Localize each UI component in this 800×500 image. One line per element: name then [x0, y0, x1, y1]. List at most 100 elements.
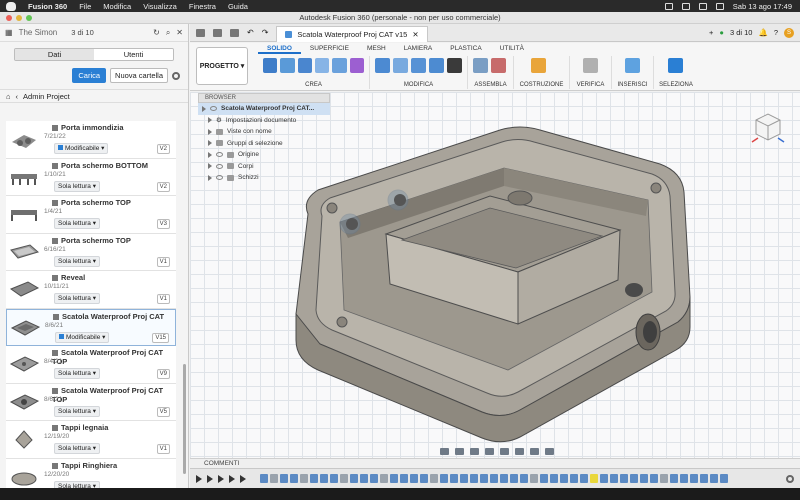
timeline-feature[interactable]: [660, 474, 668, 483]
timeline-feature[interactable]: [510, 474, 518, 483]
timeline-settings-icon[interactable]: [786, 474, 794, 483]
new-folder-button[interactable]: Nuova cartella: [110, 68, 168, 83]
timeline-feature-highlighted[interactable]: [590, 474, 598, 483]
comments-bar[interactable]: COMMENTI: [190, 458, 800, 468]
redo-icon[interactable]: ↷: [262, 28, 269, 37]
measure-icon[interactable]: [583, 58, 598, 73]
offset-plane-icon[interactable]: [531, 58, 546, 73]
fillet-icon[interactable]: [393, 58, 408, 73]
browser-root-node[interactable]: Scatola Waterproof Proj CAT...: [198, 103, 330, 115]
list-item[interactable]: Porta schermo TOP 6/16/21 Sola lettura ▾…: [6, 233, 176, 271]
timeline-feature[interactable]: [710, 474, 718, 483]
grid-settings-icon[interactable]: [530, 448, 539, 455]
menu-guida[interactable]: Guida: [228, 2, 248, 11]
chamfer-icon[interactable]: [411, 58, 426, 73]
timeline-feature[interactable]: [650, 474, 658, 483]
timeline-feature[interactable]: [440, 474, 448, 483]
breadcrumb-project[interactable]: Admin Project: [23, 92, 70, 101]
version-badge[interactable]: V15: [152, 332, 169, 343]
step-back-icon[interactable]: [207, 474, 213, 483]
control-center-icon[interactable]: [715, 2, 724, 10]
form-icon[interactable]: [349, 58, 364, 73]
go-to-end-icon[interactable]: [240, 474, 246, 483]
group-label-costruzione[interactable]: COSTRUZIONE: [514, 82, 569, 88]
job-status[interactable]: 3 di 10: [71, 28, 94, 37]
list-item[interactable]: Tappi legnaia 12/19/20 Sola lettura ▾ V1: [6, 421, 176, 459]
close-window-icon[interactable]: [6, 15, 12, 21]
fit-icon[interactable]: [500, 448, 509, 455]
access-dropdown[interactable]: Modificabile ▾: [55, 331, 110, 343]
timeline-feature[interactable]: [580, 474, 588, 483]
browser-header[interactable]: BROWSER: [198, 93, 330, 103]
expand-icon[interactable]: [208, 163, 212, 170]
group-label-verifica[interactable]: VERIFICA: [570, 82, 611, 88]
timeline-feature[interactable]: [520, 474, 528, 483]
access-dropdown[interactable]: Sola lettura ▾: [54, 255, 100, 267]
undo-icon[interactable]: ↶: [247, 28, 254, 37]
wifi-icon[interactable]: [681, 2, 690, 10]
team-selector[interactable]: The Simon: [19, 28, 58, 37]
orbit-icon[interactable]: [440, 448, 449, 455]
zoom-window-icon[interactable]: [26, 15, 32, 21]
timeline-feature[interactable]: [320, 474, 328, 483]
close-icon[interactable]: ✕: [176, 28, 183, 38]
document-tab[interactable]: Scatola Waterproof Proj CAT v15 ✕: [276, 25, 428, 42]
menu-file[interactable]: File: [79, 2, 91, 11]
timeline-feature[interactable]: [400, 474, 408, 483]
access-dropdown[interactable]: Sola lettura ▾: [54, 405, 100, 417]
browser-node-schizzi[interactable]: Schizzi: [198, 172, 330, 184]
browser-node-viste[interactable]: Viste con nome: [198, 126, 330, 138]
list-item[interactable]: Scatola Waterproof Proj CAT TOP 8/6/21 S…: [6, 383, 176, 421]
list-item[interactable]: Scatola Waterproof Proj CAT TOP 8/4/21 S…: [6, 346, 176, 384]
menu-app[interactable]: Fusion 360: [28, 2, 67, 11]
timeline-feature[interactable]: [550, 474, 558, 483]
chevron-left-icon[interactable]: ‹: [16, 92, 19, 101]
create-sketch-icon[interactable]: [263, 58, 278, 73]
move-icon[interactable]: [447, 58, 462, 73]
list-item[interactable]: Porta schermo BOTTOM 1/10/21 Sola lettur…: [6, 158, 176, 196]
zoom-icon[interactable]: [485, 448, 494, 455]
search-icon[interactable]: ⌕: [166, 28, 170, 38]
timeline-feature[interactable]: [390, 474, 398, 483]
timeline-feature[interactable]: [540, 474, 548, 483]
visibility-icon[interactable]: [216, 152, 223, 158]
menu-finestra[interactable]: Finestra: [189, 2, 216, 11]
menu-visualizza[interactable]: Visualizza: [143, 2, 177, 11]
tab-lamiera[interactable]: LAMIERA: [395, 43, 442, 54]
list-item[interactable]: Porta immondizia 7/21/22 Modificabile ▾ …: [6, 121, 176, 159]
joint-icon[interactable]: [491, 58, 506, 73]
timeline-feature[interactable]: [480, 474, 488, 483]
timeline-feature[interactable]: [530, 474, 538, 483]
menu-modifica[interactable]: Modifica: [103, 2, 131, 11]
timeline-feature[interactable]: [640, 474, 648, 483]
save-icon[interactable]: [230, 28, 239, 37]
tab-utenti[interactable]: Utenti: [94, 49, 173, 60]
job-status-pager[interactable]: 3 di 10: [730, 28, 753, 37]
group-label-modifica[interactable]: MODIFICA: [370, 82, 467, 88]
access-dropdown[interactable]: Modificabile ▾: [54, 143, 109, 154]
timeline-feature[interactable]: [450, 474, 458, 483]
apple-icon[interactable]: [6, 1, 16, 11]
tab-solido[interactable]: SOLIDO: [258, 43, 301, 54]
gear-icon[interactable]: [172, 71, 180, 80]
expand-icon[interactable]: [208, 117, 212, 124]
timeline-feature[interactable]: [560, 474, 568, 483]
select-icon[interactable]: [668, 58, 683, 73]
browser-node-gruppi[interactable]: Gruppi di selezione: [198, 138, 330, 150]
group-label-seleziona[interactable]: SELEZIONA: [654, 82, 698, 88]
timeline-feature[interactable]: [680, 474, 688, 483]
timeline-feature[interactable]: [290, 474, 298, 483]
version-badge[interactable]: V5: [156, 406, 170, 417]
timeline-feature[interactable]: [420, 474, 428, 483]
expand-icon[interactable]: [202, 105, 206, 112]
file-menu-icon[interactable]: [213, 28, 222, 37]
access-dropdown[interactable]: Sola lettura ▾: [54, 293, 100, 304]
visibility-icon[interactable]: [216, 163, 223, 169]
extrude-icon[interactable]: [280, 58, 295, 73]
hole-icon[interactable]: [314, 58, 330, 73]
timeline-feature[interactable]: [410, 474, 418, 483]
timeline-feature[interactable]: [630, 474, 638, 483]
step-forward-icon[interactable]: [229, 474, 235, 483]
go-to-start-icon[interactable]: [196, 474, 202, 483]
group-label-assembla[interactable]: ASSEMBLA: [468, 82, 513, 88]
